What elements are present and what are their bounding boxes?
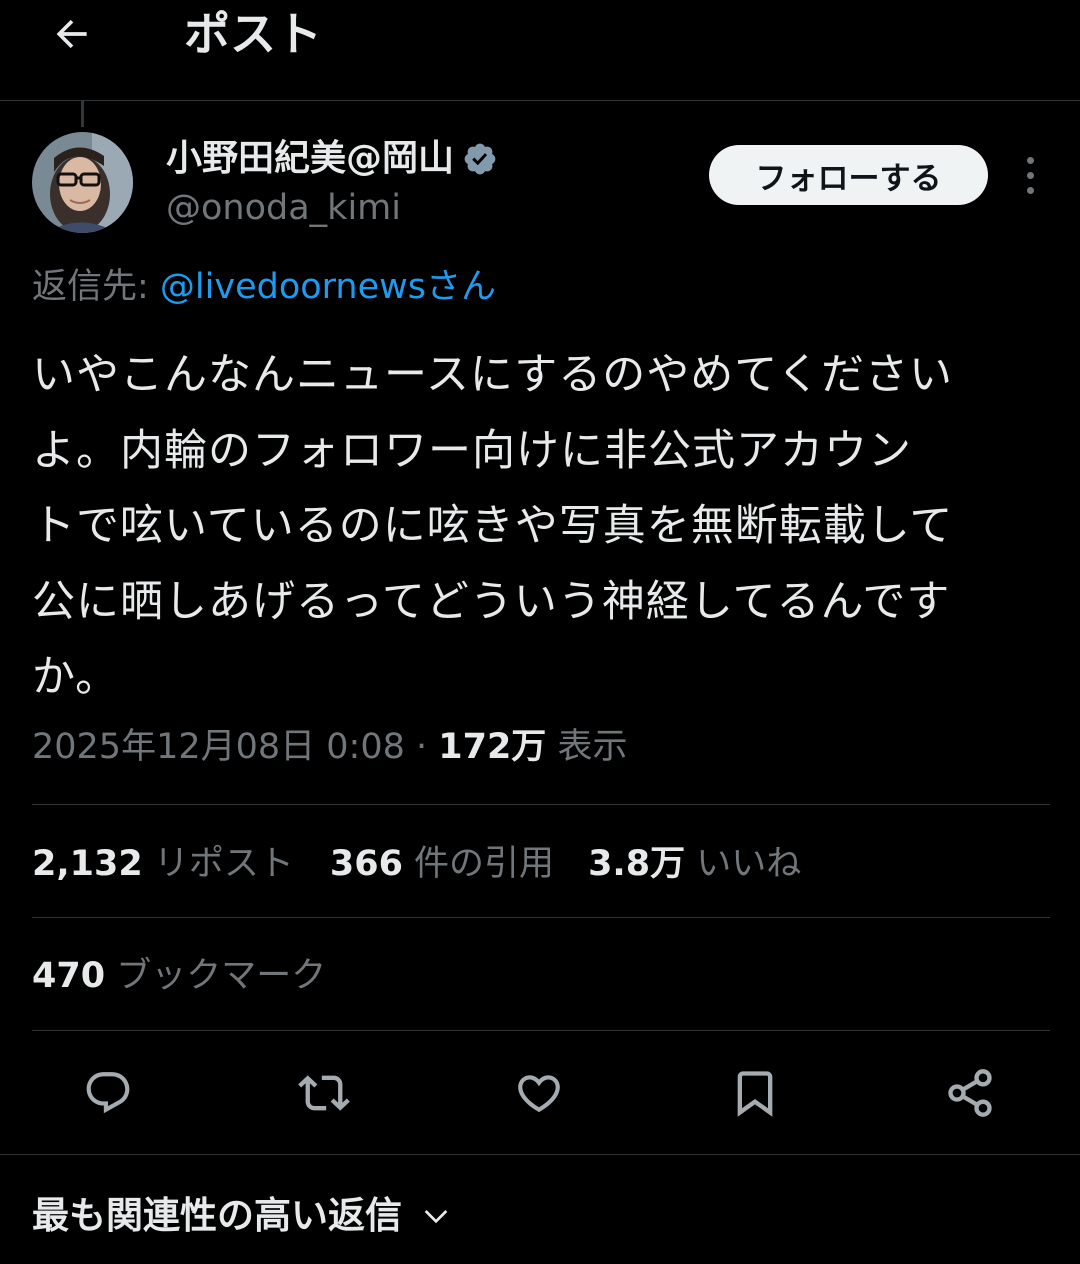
top-bar: ポスト [0, 0, 1080, 101]
tweet-text-line: トで呟いているのに呟きや写真を無断転載して [32, 501, 954, 551]
likes-count: 3.8万 [588, 844, 686, 884]
views-label: 表示 [546, 727, 628, 767]
chevron-down-icon [424, 1210, 448, 1224]
arrow-left-icon [56, 19, 87, 49]
repost-icon [298, 1075, 350, 1111]
replying-to-mention-link[interactable]: @livedoornewsさん [160, 267, 496, 307]
heart-icon [518, 1075, 560, 1113]
verified-badge-icon[interactable] [462, 141, 498, 177]
divider [32, 1030, 1050, 1031]
bookmark-button[interactable] [727, 1065, 783, 1121]
repost-button[interactable] [296, 1065, 352, 1121]
author-handle[interactable]: @onoda_kimi [166, 186, 401, 230]
share-icon [948, 1069, 992, 1117]
bookmarks-count: 470 [32, 956, 106, 996]
tweet-text: いやこんなんニュースにするのやめてください よ。内輪のフォロワー向けに非公式アカ… [32, 338, 1050, 716]
bookmarks-label: ブックマーク [105, 956, 327, 996]
tweet-text-line: いやこんなんニュースにするのやめてください [32, 350, 953, 400]
more-dots-icon [1026, 156, 1034, 164]
like-button[interactable] [511, 1065, 567, 1121]
replies-sort-dropdown[interactable]: 最も関連性の高い返信 [32, 1188, 452, 1244]
reply-button[interactable] [80, 1065, 136, 1121]
share-button[interactable] [942, 1065, 998, 1121]
follow-button[interactable]: フォローする [709, 145, 988, 205]
quotes-count: 366 [329, 844, 403, 884]
thread-connector-line [81, 101, 84, 127]
more-options-button[interactable] [1010, 150, 1050, 200]
likes-label: いいね [685, 844, 802, 884]
replying-to: 返信先: @livedoornewsさん [32, 262, 496, 312]
author-display-name[interactable]: 小野田紀美@岡山 [166, 136, 454, 182]
back-button[interactable] [44, 6, 100, 62]
tweet-text-line: よ。内輪のフォロワー向けに非公式アカウン [32, 425, 912, 476]
bookmarks-stat[interactable]: 470 ブックマーク [32, 950, 326, 1002]
reposts-label: リポスト [142, 844, 294, 884]
quotes-label: 件の引用 [402, 844, 555, 884]
tweet-text-line: 公に晒しあげるってどういう神経してるんです [32, 576, 951, 627]
divider [32, 804, 1050, 805]
likes-stat[interactable]: 3.8万 いいね [588, 838, 801, 890]
page-title: ポスト [184, 7, 322, 61]
reposts-count: 2,132 [32, 844, 143, 884]
avatar[interactable] [32, 132, 133, 233]
reposts-stat[interactable]: 2,132 リポスト [32, 838, 294, 890]
reply-icon [86, 1072, 130, 1114]
views-count: 172万 [438, 727, 547, 767]
divider [32, 917, 1050, 918]
engagement-stats: 2,132 リポスト 366 件の引用 3.8万 いいね [32, 838, 801, 890]
tweet-text-line: か。 [32, 652, 120, 702]
bookmark-icon [737, 1071, 773, 1117]
replying-to-prefix: 返信先: [32, 267, 160, 307]
replies-sort-label: 最も関連性の高い返信 [32, 1194, 402, 1237]
divider [0, 1154, 1080, 1155]
author-name-row: 小野田紀美@岡山 [166, 136, 498, 182]
quotes-stat[interactable]: 366 件の引用 [330, 838, 554, 890]
tweet-meta: 2025年12月08日 0:08 · 172万 表示 [32, 722, 627, 772]
tweet-timestamp[interactable]: 2025年12月08日 0:08 · [32, 727, 438, 767]
